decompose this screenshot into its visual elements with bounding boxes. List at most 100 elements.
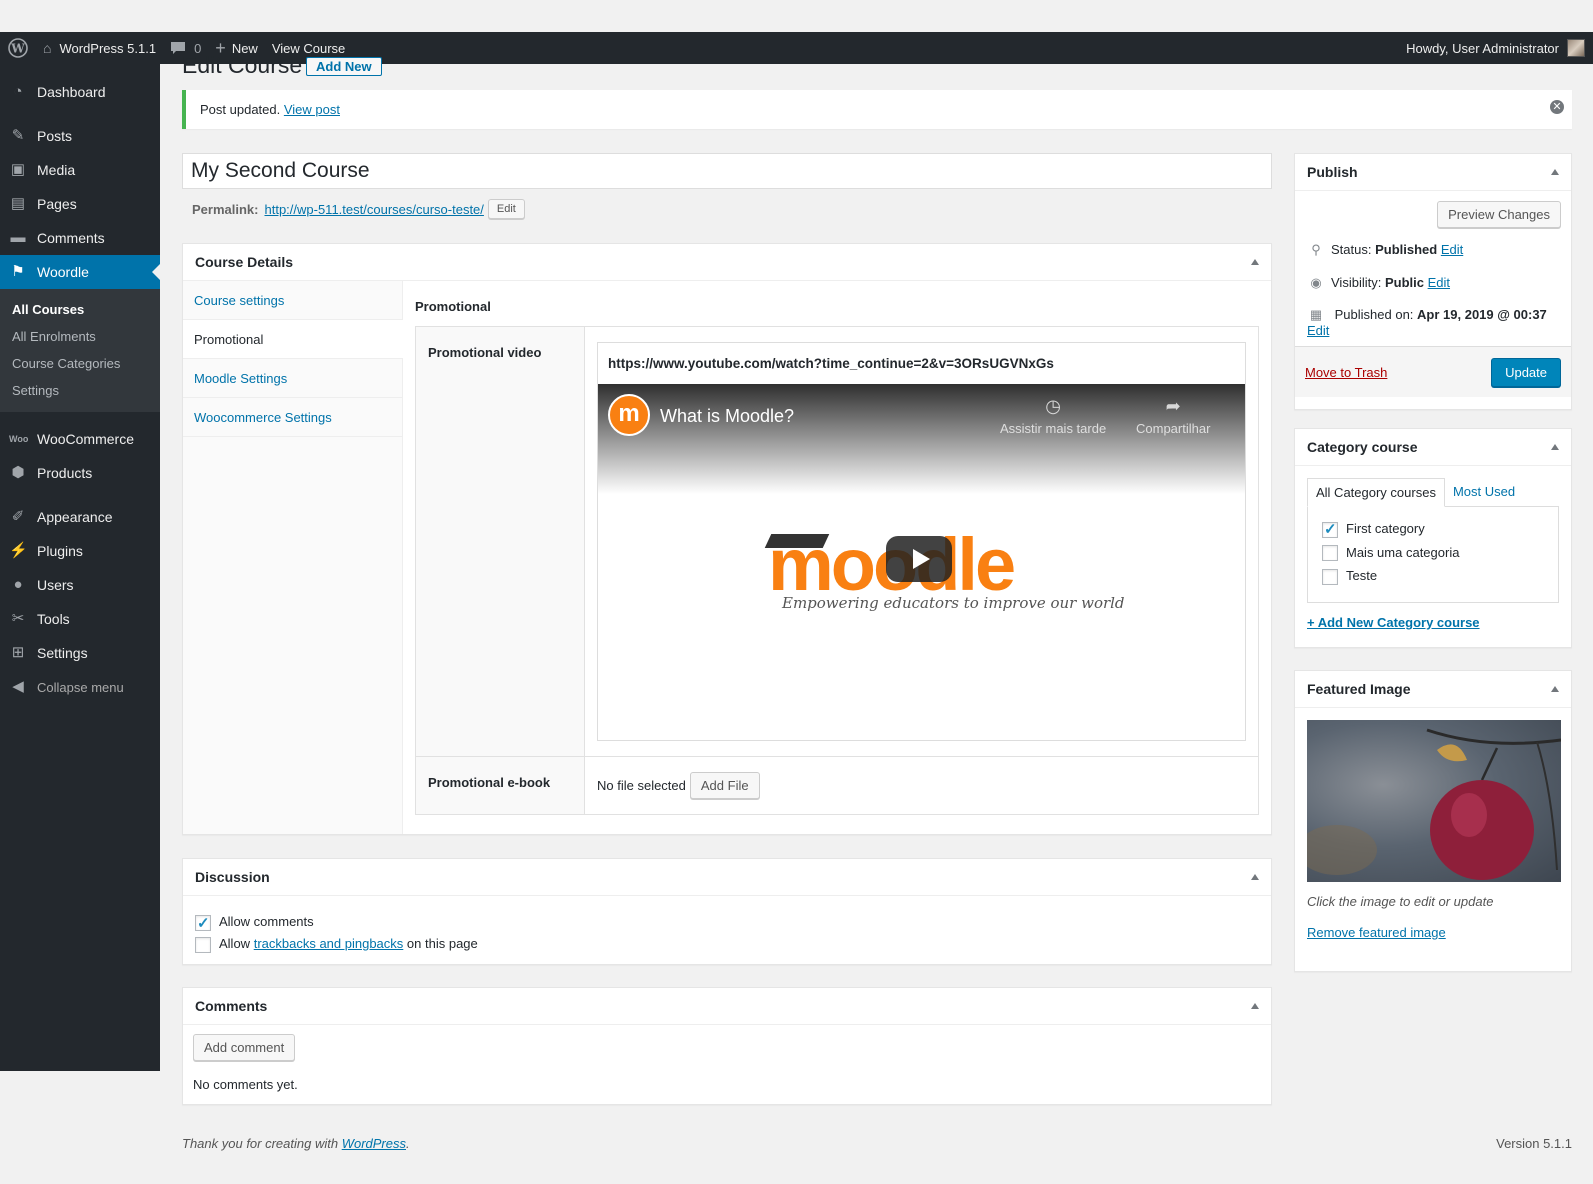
menu-appearance[interactable]: ✐ Appearance [0,500,160,534]
add-comment-button[interactable]: Add comment [193,1034,296,1061]
course-details-header[interactable]: Course Details [183,244,1271,281]
collapse-arrow-icon[interactable] [1551,169,1559,175]
media-icon: ▣ [10,161,26,178]
site-name-link[interactable]: ⌂ WordPress 5.1.1 [36,32,163,64]
menu-products[interactable]: ⬢ Products [0,456,160,490]
menu-comments[interactable]: ▬ Comments [0,221,160,255]
comments-header[interactable]: Comments [183,988,1271,1025]
preview-changes-button[interactable]: Preview Changes [1437,201,1561,228]
graduation-cap-icon: ⚑ [11,263,25,280]
category-checkbox[interactable] [1322,545,1338,562]
menu-tools[interactable]: ✂ Tools [0,602,160,636]
menu-pages[interactable]: ▤ Pages [0,187,160,221]
menu-woordle[interactable]: ⚑ Woordle [0,255,160,289]
tab-most-used[interactable]: Most Used [1445,478,1523,506]
collapse-arrow-icon: ◀ [12,678,24,695]
menu-posts[interactable]: ✎ Posts [0,119,160,153]
published-edit-link[interactable]: Edit [1307,323,1329,338]
collapse-menu-button[interactable]: ◀ Collapse menu [0,670,160,704]
allow-pings-checkbox[interactable] [195,936,211,953]
category-item[interactable]: First category [1322,520,1544,538]
browser-top-strip [0,0,1593,32]
visibility-edit-link[interactable]: Edit [1428,275,1450,290]
video-title[interactable]: What is Moodle? [660,406,794,427]
featured-image[interactable] [1307,720,1561,882]
menu-woocommerce[interactable]: Woo WooCommerce [0,422,160,456]
menu-users[interactable]: ● Users [0,568,160,602]
post-title-input[interactable]: My Second Course [182,153,1272,189]
menu-media[interactable]: ▣ Media [0,153,160,187]
visibility-label: Visibility: [1331,275,1382,290]
video-url-input[interactable]: https://www.youtube.com/watch?time_conti… [598,343,1245,384]
permalink-label: Permalink: [192,201,259,217]
allow-comments-checkbox[interactable] [195,913,211,935]
footer-period: . [406,1136,410,1151]
calendar-icon: ▦ [1309,307,1323,322]
trackbacks-link[interactable]: trackbacks and pingbacks [254,936,404,951]
watch-later-button[interactable]: ◷ Assistir mais tarde [1000,396,1106,436]
woo-icon: Woo [9,434,29,444]
discussion-header[interactable]: Discussion [183,859,1271,896]
publish-header[interactable]: Publish [1295,154,1571,191]
category-checkbox[interactable] [1322,520,1338,538]
tab-woocommerce-settings[interactable]: Woocommerce Settings [183,398,402,437]
allow-suffix: on this page [406,936,478,951]
menu-label: Settings [37,645,88,661]
products-icon: ⬢ [11,464,25,481]
status-row: ⚲ Status: Published Edit [1295,233,1571,266]
category-item[interactable]: Mais uma categoria [1322,545,1544,562]
share-button[interactable]: ➦ Compartilhar [1136,396,1210,436]
moodle-channel-icon[interactable]: m [608,394,650,436]
tab-moodle-settings[interactable]: Moodle Settings [183,359,402,398]
collapse-arrow-icon[interactable] [1251,874,1259,880]
move-to-trash-link[interactable]: Move to Trash [1305,365,1387,380]
footer-thanks: Thank you for creating with WordPress. [182,1136,410,1151]
submenu-all-enrolments[interactable]: All Enrolments [0,323,160,350]
add-new-category-link[interactable]: + Add New Category course [1307,615,1480,630]
pane-title: Promotional [415,299,491,314]
collapse-arrow-icon[interactable] [1251,259,1259,265]
category-tabs: All Category courses Most Used [1295,466,1571,507]
play-icon[interactable] [886,536,952,582]
submenu-all-courses[interactable]: All Courses [0,296,160,323]
update-button[interactable]: Update [1491,357,1561,387]
featured-image-box: Featured Image Click the image to edit o… [1294,670,1572,972]
category-item[interactable]: Teste [1322,568,1544,585]
menu-dashboard[interactable]: ◔ Dashboard [0,75,160,109]
footer-thanks-text: Thank you for creating with [182,1136,339,1151]
category-label: Mais uma categoria [1346,544,1460,560]
menu-settings[interactable]: ⊞ Settings [0,636,160,670]
youtube-player[interactable]: m What is Moodle? ◷ Assistir mais tarde … [598,384,1245,740]
category-header[interactable]: Category course [1295,429,1571,466]
footer-wordpress-link[interactable]: WordPress [342,1136,406,1151]
tab-course-settings[interactable]: Course settings [183,281,402,320]
remove-featured-image-link[interactable]: Remove featured image [1307,925,1446,940]
submenu-settings[interactable]: Settings [0,377,160,404]
tab-all-categories[interactable]: All Category courses [1307,478,1445,507]
collapse-arrow-icon[interactable] [1551,686,1559,692]
featured-image-header[interactable]: Featured Image [1295,671,1571,708]
publish-actions: Move to Trash Update [1295,346,1571,397]
collapse-arrow-icon[interactable] [1551,444,1559,450]
dismiss-icon[interactable]: ✕ [1550,100,1564,114]
status-edit-link[interactable]: Edit [1441,242,1463,257]
pages-icon: ▤ [10,195,26,212]
wrench-icon: ✂ [11,610,25,627]
menu-label: Products [37,465,93,481]
add-file-button[interactable]: Add File [689,772,760,799]
menu-label: Tools [37,611,70,627]
menu-plugins[interactable]: ⚡ Plugins [0,534,160,568]
category-box: Category course All Category courses Mos… [1294,428,1572,648]
category-checkbox[interactable] [1322,568,1338,585]
permalink-url[interactable]: http://wp-511.test/courses/curso-teste/ [264,202,483,217]
box-title: Category course [1307,439,1418,455]
permalink-edit-button[interactable]: Edit [487,199,525,219]
view-post-link[interactable]: View post [284,102,340,117]
clock-icon: ◷ [1045,396,1061,416]
tab-promotional[interactable]: Promotional [183,320,403,359]
collapse-arrow-icon[interactable] [1251,1003,1259,1009]
menu-label: Woordle [37,264,89,280]
menu-label: Users [37,577,74,593]
wordpress-logo-icon[interactable]: W [0,32,36,64]
submenu-course-categories[interactable]: Course Categories [0,350,160,377]
